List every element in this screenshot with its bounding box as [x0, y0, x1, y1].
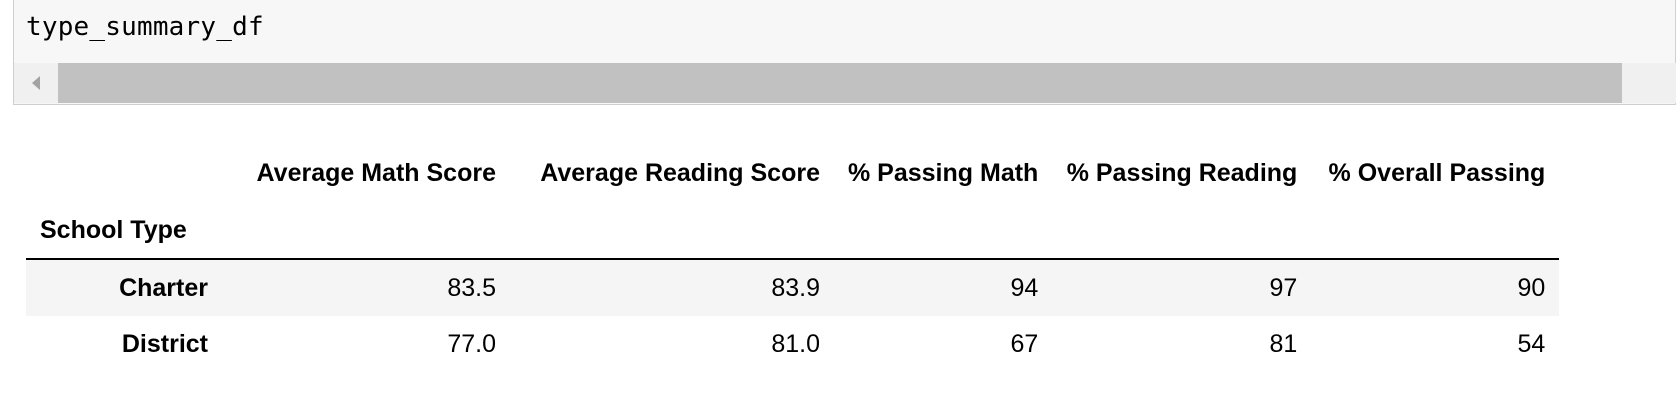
scroll-thumb[interactable] — [58, 63, 1622, 103]
empty-header-cell — [1311, 202, 1559, 259]
empty-header-cell — [1052, 202, 1311, 259]
column-header-row: Average Math Score Average Reading Score… — [26, 144, 1559, 202]
table-cell: 81.0 — [771, 330, 820, 358]
table-cell: 90 — [1517, 273, 1546, 302]
column-header: % Overall Passing — [1328, 158, 1546, 187]
column-header: % Passing Math — [848, 158, 1039, 187]
scroll-left-button[interactable] — [14, 63, 58, 103]
table-cell: 83.5 — [447, 273, 496, 302]
table-cell: 67 — [1010, 330, 1039, 358]
empty-header-cell — [222, 202, 510, 259]
dataframe-table: Average Math Score Average Reading Score… — [26, 144, 1560, 373]
table-cell: 97 — [1269, 273, 1298, 302]
index-name: School Type — [40, 215, 187, 244]
table-row: District 77.0 81.0 67 81 54 — [26, 316, 1559, 373]
table-row: Charter 83.5 83.9 94 97 90 — [26, 259, 1560, 316]
column-header: Average Math Score — [256, 158, 496, 187]
table-cell: 94 — [1010, 273, 1039, 302]
horizontal-scrollbar[interactable] — [14, 63, 1676, 103]
table-cell: 83.9 — [771, 273, 820, 302]
code-input[interactable]: type_summary_df — [26, 12, 264, 42]
row-index: District — [121, 330, 208, 358]
blank-header-cell — [26, 144, 222, 202]
table-cell: 81 — [1269, 330, 1298, 358]
table-cell: 77.0 — [447, 330, 496, 358]
column-header: % Passing Reading — [1066, 158, 1298, 187]
empty-header-cell — [834, 202, 1052, 259]
empty-header-cell — [510, 202, 834, 259]
column-header: Average Reading Score — [540, 158, 820, 187]
code-cell[interactable]: type_summary_df — [13, 0, 1676, 105]
arrow-left-icon — [32, 76, 40, 90]
index-header-row: School Type — [26, 202, 1560, 259]
row-index: Charter — [119, 273, 208, 302]
table-cell: 54 — [1517, 330, 1546, 358]
